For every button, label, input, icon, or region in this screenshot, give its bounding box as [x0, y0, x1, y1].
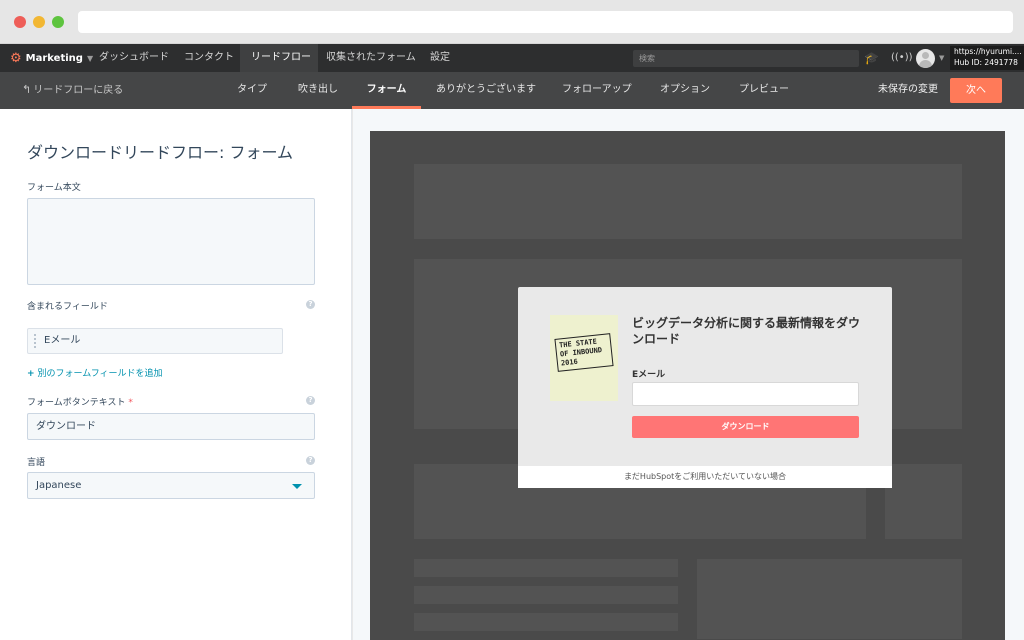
next-button[interactable]: 次へ: [950, 78, 1002, 103]
help-icon[interactable]: ?: [306, 456, 315, 465]
brand-menu[interactable]: ⚙ Marketing ▼: [10, 44, 93, 72]
placeholder-block: [414, 164, 962, 239]
broadcast-icon[interactable]: ((•)): [891, 44, 913, 72]
preview-panel: THE STATE OF INBOUND 2016 ビッグデータ分析に関する最新…: [353, 109, 1024, 640]
included-fields-label: 含まれるフィールド: [27, 302, 108, 312]
editor-tabs-bar: ↰ リードフローに戻る タイプ 吹き出し フォーム ありがとうございます フォロー…: [0, 72, 1024, 109]
placeholder-block: [414, 586, 678, 604]
download-button[interactable]: ダウンロード: [632, 416, 859, 438]
hubspot-logo-icon: ⚙: [10, 50, 22, 66]
account-info[interactable]: https://hyurumi.... Hub ID: 2491778: [950, 46, 1024, 70]
tab-thank-you[interactable]: ありがとうございます: [436, 72, 536, 109]
form-body-label: フォーム本文: [27, 183, 81, 193]
plus-icon: +: [27, 369, 35, 379]
button-text-label: フォームボタンテキスト *: [27, 395, 133, 408]
page-title: ダウンロードリードフロー: フォーム: [27, 143, 293, 162]
tab-callout[interactable]: 吹き出し: [298, 72, 338, 109]
placeholder-block: [414, 613, 678, 631]
nav-item-leadflows[interactable]: リードフロー: [240, 44, 318, 72]
preview-canvas: THE STATE OF INBOUND 2016 ビッグデータ分析に関する最新…: [370, 131, 1005, 640]
add-form-field-label: 別のフォームフィールドを追加: [37, 369, 163, 379]
help-icon[interactable]: ?: [306, 300, 315, 309]
window-maximize-button[interactable]: [52, 16, 64, 28]
tab-follow-up[interactable]: フォローアップ: [562, 72, 632, 109]
language-label: 言語: [27, 458, 46, 468]
brand-label: Marketing: [25, 52, 83, 64]
tab-type[interactable]: タイプ: [237, 72, 267, 109]
ebook-cover-image: THE STATE OF INBOUND 2016: [550, 315, 618, 401]
chevron-down-icon[interactable]: ▼: [939, 44, 944, 72]
ebook-cover-text: THE STATE OF INBOUND 2016: [554, 333, 614, 372]
button-text-input[interactable]: ダウンロード: [27, 413, 315, 440]
address-bar[interactable]: [78, 11, 1013, 33]
nav-item-dashboard[interactable]: ダッシュボード: [99, 44, 169, 72]
language-select[interactable]: Japanese: [27, 472, 315, 499]
button-text-label-text: フォームボタンテキスト: [27, 398, 126, 408]
tab-form[interactable]: フォーム: [352, 72, 421, 109]
add-form-field-link[interactable]: + 別のフォームフィールドを追加: [27, 366, 163, 379]
tab-options[interactable]: オプション: [660, 72, 710, 109]
avatar[interactable]: [916, 49, 935, 68]
unsaved-changes-status: 未保存の変更: [878, 84, 938, 95]
form-editor-panel: ダウンロードリードフロー: フォーム フォーム本文 含まれるフィールド ? Eメ…: [0, 109, 352, 640]
chevron-down-icon: [292, 484, 302, 489]
placeholder-block: [885, 464, 962, 539]
tab-preview[interactable]: プレビュー: [739, 72, 789, 109]
drag-handle-icon[interactable]: [34, 334, 36, 348]
back-arrow-icon: ↰: [22, 83, 32, 96]
hub-id: Hub ID: 2491778: [954, 58, 1018, 67]
required-marker: *: [128, 398, 133, 408]
email-label: Eメール: [632, 370, 666, 380]
leadflow-form-popup: THE STATE OF INBOUND 2016 ビッグデータ分析に関する最新…: [518, 287, 892, 488]
popup-title: ビッグデータ分析に関する最新情報をダウンロード: [632, 316, 861, 346]
back-label: リードフローに戻る: [33, 85, 124, 96]
graduation-cap-icon[interactable]: 🎓: [864, 44, 879, 72]
field-item-email[interactable]: Eメール: [27, 328, 283, 354]
back-to-leadflows-link[interactable]: ↰ リードフローに戻る: [22, 72, 123, 109]
popup-footer-link[interactable]: まだHubSpotをご利用いただいていない場合: [518, 466, 892, 488]
help-icon[interactable]: ?: [306, 396, 315, 405]
top-navigation: ⚙ Marketing ▼ ダッシュボード コンタクト リードフロー 収集された…: [0, 44, 1024, 72]
browser-chrome: [0, 0, 1024, 44]
email-field[interactable]: [632, 382, 859, 406]
placeholder-block: [414, 559, 678, 577]
chevron-down-icon: ▼: [86, 53, 94, 63]
search-input[interactable]: 検索: [633, 50, 859, 67]
window-close-button[interactable]: [14, 16, 26, 28]
placeholder-block: [697, 559, 962, 639]
nav-item-contacts[interactable]: コンタクト: [184, 44, 234, 72]
account-url: https://hyurumi....: [954, 47, 1022, 56]
language-value: Japanese: [36, 480, 82, 491]
field-item-label: Eメール: [44, 335, 81, 346]
nav-item-settings[interactable]: 設定: [430, 44, 450, 72]
window-minimize-button[interactable]: [33, 16, 45, 28]
nav-item-collected-forms[interactable]: 収集されたフォーム: [326, 44, 416, 72]
form-body-textarea[interactable]: [27, 198, 315, 285]
